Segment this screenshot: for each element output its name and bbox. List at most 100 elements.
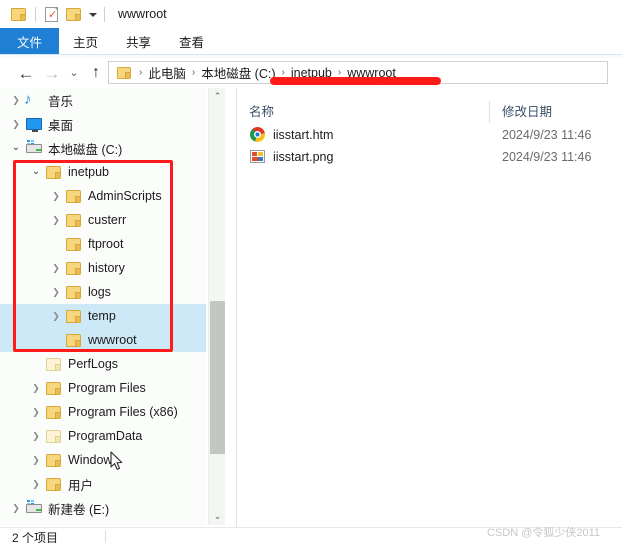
toolbar-divider [35, 6, 36, 22]
tree-item-label: wwwroot [88, 333, 137, 347]
tree-item-program-files[interactable]: ❯ Program Files [0, 376, 206, 400]
tree-item-用户[interactable]: ❯ 用户 [0, 472, 206, 496]
file-name-label: iisstart.htm [273, 128, 334, 142]
status-divider [105, 530, 106, 543]
tree-item-history[interactable]: ❯ history [0, 256, 206, 280]
tree-item-temp[interactable]: ❯ temp [0, 304, 206, 328]
tree-item-adminscripts[interactable]: ❯ AdminScripts [0, 184, 206, 208]
tree-item-logs[interactable]: ❯ logs [0, 280, 206, 304]
tree-item-label: Program Files (x86) [68, 405, 178, 419]
folder-icon[interactable] [8, 4, 28, 24]
tree-item-label: Windows [68, 453, 119, 467]
breadcrumb-item-this-pc[interactable]: 此电脑 [148, 63, 186, 82]
tree-item-本地磁盘--c:-[interactable]: ⌄ 本地磁盘 (C:) [0, 136, 206, 160]
watermark: CSDN @令狐少侠2011 [487, 527, 601, 539]
title-bar: ✓ wwwroot [0, 0, 622, 28]
tree-item-custerr[interactable]: ❯ custerr [0, 208, 206, 232]
file-date-cell: 2024/9/23 11:46 [502, 128, 592, 142]
folder-icon [44, 379, 64, 397]
tree-item-label: ProgramData [68, 429, 143, 443]
tree-item-label: 用户 [68, 478, 94, 493]
window-title: wwwroot [118, 7, 167, 21]
breadcrumb-sep-1: › [191, 67, 196, 78]
tree-item-新建卷--e:-[interactable]: ❯ 新建卷 (E:) [0, 496, 206, 520]
file-explorer-window: ✓ wwwroot 文件 主页 共享 查看 ← → ⌄ ↑ › 此电脑 › 本地… [0, 0, 622, 543]
chevron-down-icon[interactable]: ⌄ [8, 140, 24, 156]
folder-icon [64, 187, 84, 205]
folder-icon [44, 403, 64, 421]
toolbar-divider-2 [104, 6, 105, 22]
tree-item-programdata[interactable]: ❯ ProgramData [0, 424, 206, 448]
breadcrumb-sep-0: › [139, 67, 143, 78]
file-name-cell: iisstart.htm [237, 126, 490, 144]
chevron-right-icon[interactable]: ❯ [28, 404, 44, 420]
chrome-icon [249, 126, 267, 144]
recent-locations-icon[interactable]: ⌄ [65, 60, 83, 86]
navigation-tree[interactable]: ❯ ♪ 音乐 ❯ 桌面 ⌄ 本地磁盘 (C:) ⌄ inetpub ❯ AdminScripts ❯ c… [0, 88, 206, 525]
folder-icon [64, 235, 84, 253]
tree-item-label: AdminScripts [88, 189, 162, 203]
tree-item-ftproot[interactable]: ftproot [0, 232, 206, 256]
tree-scrollbar[interactable]: ⌃ ⌄ [208, 88, 225, 525]
tree-item-wwwroot[interactable]: wwwroot [0, 328, 206, 352]
file-name-label: iisstart.png [273, 150, 334, 164]
back-icon[interactable]: ← [13, 60, 39, 86]
folder-pale [44, 427, 64, 445]
chevron-right-icon[interactable]: ❯ [8, 500, 24, 516]
scroll-down-icon[interactable]: ⌄ [209, 508, 226, 525]
tree-item-label: PerfLogs [68, 357, 119, 371]
folder-icon [44, 475, 64, 493]
folder-pale [44, 355, 64, 373]
up-icon[interactable]: ↑ [83, 60, 109, 86]
tree-item-label: ftproot [88, 237, 124, 251]
scroll-up-icon[interactable]: ⌃ [209, 88, 226, 105]
tree-item-label: custerr [88, 213, 127, 227]
breadcrumb-item-local-disk[interactable]: 本地磁盘 (C:) [201, 63, 275, 82]
tab-file[interactable]: 文件 [0, 28, 60, 54]
table-row[interactable]: iisstart.htm 2024/9/23 11:46 [237, 124, 622, 146]
scrollbar-thumb[interactable] [210, 301, 225, 454]
annotation-underline-breadcrumb [270, 77, 441, 85]
tree-item-perflogs[interactable]: PerfLogs [0, 352, 206, 376]
new-folder-icon[interactable] [63, 4, 83, 24]
folder-icon [44, 451, 64, 469]
tree-item-label: 音乐 [48, 94, 74, 109]
chevron-right-icon[interactable]: ❯ [28, 452, 44, 468]
tree-item-音乐[interactable]: ❯ ♪ 音乐 [0, 88, 206, 112]
tree-item-label: 本地磁盘 (C:) [48, 142, 123, 157]
chevron-right-icon[interactable]: ❯ [8, 92, 24, 108]
chevron-right-icon[interactable]: ❯ [48, 308, 64, 324]
tab-view[interactable]: 查看 [165, 28, 218, 54]
tree-item-桌面[interactable]: ❯ 桌面 [0, 112, 206, 136]
column-header-name[interactable]: 名称 [237, 100, 490, 123]
breadcrumb-folder-icon [115, 64, 133, 82]
tab-home[interactable]: 主页 [59, 28, 112, 54]
chevron-right-icon[interactable]: ❯ [28, 380, 44, 396]
table-row[interactable]: iisstart.png 2024/9/23 11:46 [237, 146, 622, 168]
image-icon [249, 148, 267, 166]
chevron-right-icon[interactable]: ❯ [48, 212, 64, 228]
chevron-right-icon[interactable]: ❯ [48, 260, 64, 276]
chevron-right-icon[interactable]: ❯ [48, 284, 64, 300]
folder-icon [64, 259, 84, 277]
chevron-right-icon[interactable]: ❯ [8, 116, 24, 132]
file-name-cell: iisstart.png [237, 148, 490, 166]
tree-item-program-files--x86-[interactable]: ❯ Program Files (x86) [0, 400, 206, 424]
tree-item-windows[interactable]: ❯ Windows [0, 448, 206, 472]
music-icon: ♪ [24, 91, 32, 108]
forward-icon[interactable]: → [39, 60, 65, 86]
tab-share[interactable]: 共享 [112, 28, 165, 54]
customize-caret-icon[interactable] [86, 5, 99, 23]
tree-item-inetpub[interactable]: ⌄ inetpub [0, 160, 206, 184]
chevron-right-icon[interactable]: ❯ [28, 476, 44, 492]
ribbon-tabs: 文件 主页 共享 查看 [0, 28, 622, 54]
chevron-right-icon[interactable]: ❯ [48, 188, 64, 204]
file-list-pane[interactable]: 名称 修改日期 iisstart.htm 2024/9/23 11:46 iisst… [237, 88, 622, 525]
column-header-date[interactable]: 修改日期 [490, 101, 552, 123]
column-headers: 名称 修改日期 [237, 99, 622, 124]
properties-icon[interactable]: ✓ [41, 4, 61, 24]
chevron-down-icon[interactable]: ⌄ [28, 164, 44, 180]
tree-item-label: Program Files [68, 381, 146, 395]
chevron-right-icon[interactable]: ❯ [28, 428, 44, 444]
